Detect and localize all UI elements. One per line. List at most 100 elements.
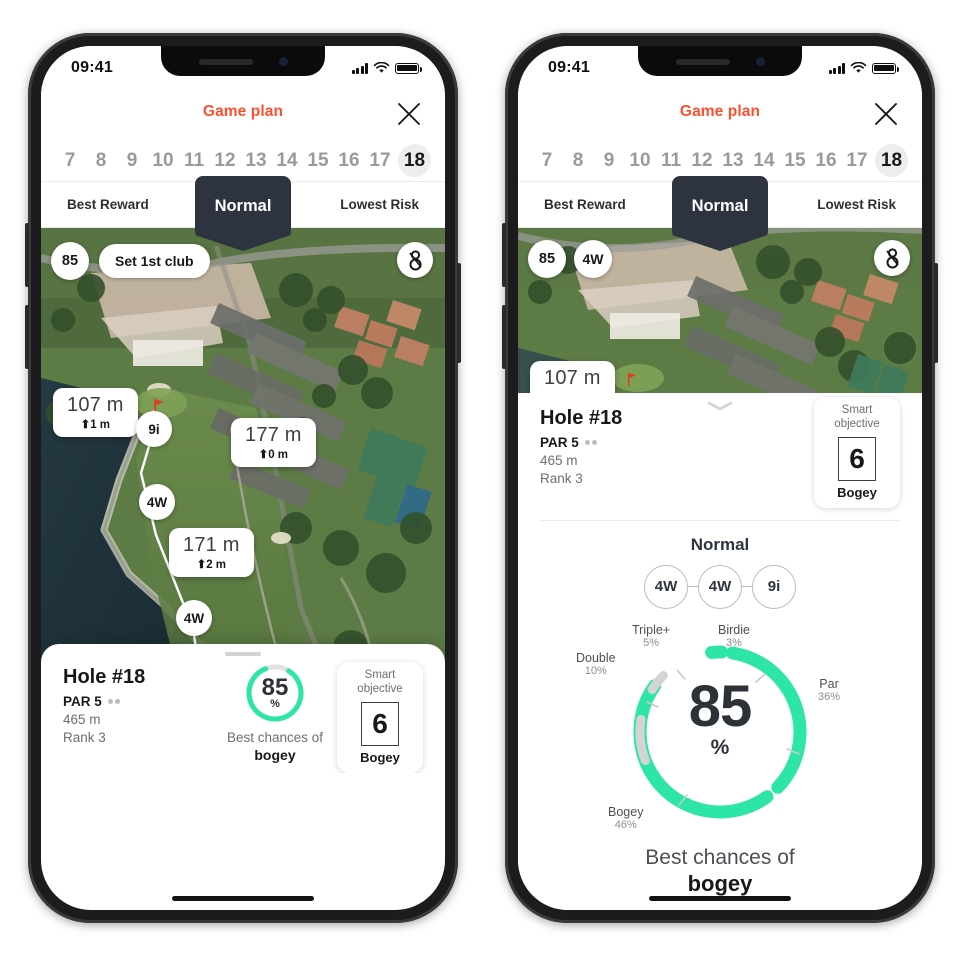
distance-107[interactable]: 107 m bbox=[530, 361, 615, 393]
smart-objective-card[interactable]: Smart objective 6 Bogey bbox=[814, 397, 900, 508]
hole-tab-18[interactable]: 18 bbox=[398, 144, 431, 177]
smart-objective-score: 6 bbox=[361, 702, 399, 746]
hole-summary-sheet[interactable]: Hole #18 PAR 5 465 m Rank 3 85 % Best ch… bbox=[41, 644, 445, 773]
club-1[interactable]: 4W bbox=[644, 564, 688, 609]
hole-rank: Rank 3 bbox=[540, 471, 583, 486]
club-sequence: 4W 4W 9i bbox=[518, 564, 922, 609]
golf-pin-icon[interactable] bbox=[874, 240, 910, 276]
smart-objective-caption: Smart objective bbox=[357, 669, 403, 696]
hole-tab-8[interactable]: 8 bbox=[565, 150, 591, 172]
hole-tab-16[interactable]: 16 bbox=[336, 150, 362, 172]
marker-9i[interactable]: 9i bbox=[136, 411, 172, 447]
best-chances-line1: Best chances of bbox=[645, 845, 795, 869]
hole-map[interactable]: 85 4W 107 m bbox=[518, 228, 922, 393]
marker-4w-lower[interactable]: 4W bbox=[176, 600, 212, 636]
status-time: 09:41 bbox=[71, 59, 113, 76]
close-icon bbox=[398, 103, 420, 125]
segment-label-triple: Triple+ 5% bbox=[632, 622, 671, 649]
donut-center-unit: % bbox=[710, 736, 730, 760]
hole-tab-7[interactable]: 7 bbox=[534, 150, 560, 172]
hole-tab-14[interactable]: 14 bbox=[751, 150, 777, 172]
marker-4w-upper[interactable]: 4W bbox=[139, 484, 175, 520]
summary-row: Hole #18 PAR 5 465 m Rank 3 85 % Best ch… bbox=[41, 656, 445, 773]
phone-right: 09:41 Game plan 7 8 9 10 11 12 13 14 15 … bbox=[502, 33, 938, 923]
donut-center-value: 85 % bbox=[261, 673, 289, 711]
chance-caption: Best chances of bogey bbox=[226, 730, 324, 764]
hole-detail-panel: Hole #18 PAR 5 465 m Rank 3 Smart object… bbox=[518, 393, 922, 910]
home-indicator[interactable] bbox=[649, 896, 791, 901]
strategy-lowest-risk[interactable]: Lowest Risk bbox=[817, 197, 896, 212]
strategy-normal-badge[interactable]: Normal bbox=[672, 176, 768, 236]
strategy-normal-badge[interactable]: Normal bbox=[195, 176, 291, 236]
hole-map[interactable]: 85 Set 1st club T bbox=[41, 228, 445, 773]
status-time: 09:41 bbox=[548, 59, 590, 76]
pin-glyph-icon bbox=[408, 249, 422, 270]
plan-title: Normal bbox=[690, 534, 750, 554]
hole-tab-14[interactable]: 14 bbox=[274, 150, 300, 172]
pin-glyph-icon bbox=[885, 247, 899, 268]
mini-chance-donut: 85 % Best chances of bogey bbox=[213, 662, 337, 764]
hole-tab-15[interactable]: 15 bbox=[305, 150, 331, 172]
hole-tab-13[interactable]: 13 bbox=[720, 150, 746, 172]
hole-tab-10[interactable]: 10 bbox=[627, 150, 653, 172]
hole-tab-11[interactable]: 11 bbox=[181, 150, 207, 172]
hole-tab-9[interactable]: 9 bbox=[596, 150, 622, 172]
hole-tab-11[interactable]: 11 bbox=[658, 150, 684, 172]
status-bar: 09:41 bbox=[41, 46, 445, 90]
hole-tab-10[interactable]: 10 bbox=[150, 150, 176, 172]
hole-rank: Rank 3 bbox=[63, 730, 106, 746]
phone-left: 09:41 Game plan 7 8 9 10 11 12 13 14 15 … bbox=[25, 33, 461, 923]
club-3[interactable]: 9i bbox=[752, 564, 796, 609]
distance-171[interactable]: 171 m ⬆2 m bbox=[169, 528, 254, 578]
donut-center: 85 % bbox=[635, 637, 805, 807]
power-button[interactable] bbox=[934, 263, 938, 363]
signal-bars-icon bbox=[828, 62, 845, 74]
first-club-badge[interactable]: 4W bbox=[574, 240, 612, 278]
distance-107[interactable]: 107 m ⬆1 m bbox=[53, 388, 138, 438]
hole-tab-12[interactable]: 12 bbox=[689, 150, 715, 172]
difficulty-dots-icon bbox=[107, 699, 121, 705]
golf-pin-icon[interactable] bbox=[397, 242, 433, 278]
hole-length: 465 m bbox=[540, 453, 578, 468]
home-indicator[interactable] bbox=[172, 896, 314, 901]
score-probability-chart: 85 % Triple+ 5% Birdie 3% Double 10% Par… bbox=[570, 615, 870, 840]
hole-tab-13[interactable]: 13 bbox=[243, 150, 269, 172]
distance-177[interactable]: 177 m ⬆0 m bbox=[231, 418, 316, 468]
wifi-icon bbox=[373, 62, 390, 73]
strategy-best-reward[interactable]: Best Reward bbox=[544, 197, 626, 212]
close-button[interactable] bbox=[870, 98, 902, 130]
hole-tab-15[interactable]: 15 bbox=[782, 150, 808, 172]
smart-objective-label: Bogey bbox=[360, 750, 400, 765]
power-button[interactable] bbox=[457, 263, 461, 363]
smart-objective-card[interactable]: Smart objective 6 Bogey bbox=[337, 662, 423, 773]
speaker-icon bbox=[675, 58, 730, 65]
set-first-club-pill[interactable]: Set 1st club bbox=[99, 244, 210, 278]
app-bar: Game plan bbox=[518, 90, 922, 140]
speaker-icon bbox=[198, 58, 253, 65]
club-connector bbox=[742, 585, 752, 588]
strategy-selector: Best Reward Lowest Risk Normal bbox=[41, 176, 445, 236]
segment-label-par: Par 36% bbox=[818, 676, 841, 703]
hole-info: Hole #18 PAR 5 465 m Rank 3 bbox=[63, 662, 213, 745]
hole-tab-7[interactable]: 7 bbox=[57, 150, 83, 172]
score-badge[interactable]: 85 bbox=[51, 242, 89, 280]
hole-info: Hole #18 PAR 5 465 m Rank 3 bbox=[540, 403, 814, 486]
hole-tab-12[interactable]: 12 bbox=[212, 150, 238, 172]
phone-right-screen: 09:41 Game plan 7 8 9 10 11 12 13 14 15 … bbox=[518, 46, 922, 910]
hole-tab-17[interactable]: 17 bbox=[367, 150, 393, 172]
hole-tab-16[interactable]: 16 bbox=[813, 150, 839, 172]
strategy-lowest-risk[interactable]: Lowest Risk bbox=[340, 197, 419, 212]
hole-tab-17[interactable]: 17 bbox=[844, 150, 870, 172]
hole-title: Hole #18 bbox=[540, 407, 623, 429]
club-connector bbox=[688, 585, 698, 588]
close-button[interactable] bbox=[393, 98, 425, 130]
hole-tab-18[interactable]: 18 bbox=[875, 144, 908, 177]
hole-tab-8[interactable]: 8 bbox=[88, 150, 114, 172]
best-chances-header: Best chances of bogey bbox=[518, 846, 922, 897]
strategy-best-reward[interactable]: Best Reward bbox=[67, 197, 149, 212]
hole-par: PAR 5 bbox=[540, 435, 814, 450]
club-2[interactable]: 4W bbox=[698, 564, 742, 609]
phone-left-screen: 09:41 Game plan 7 8 9 10 11 12 13 14 15 … bbox=[41, 46, 445, 910]
hole-tab-9[interactable]: 9 bbox=[119, 150, 145, 172]
score-badge[interactable]: 85 bbox=[528, 240, 566, 278]
